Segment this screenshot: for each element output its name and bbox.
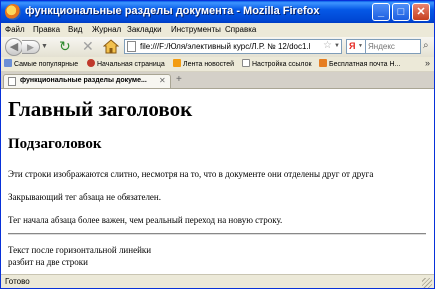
reload-icon[interactable]: ↻ [59,39,71,53]
page-icon [8,77,16,86]
bookmark-free-mail[interactable]: Бесплатная почта Н... [319,59,400,68]
browser-window: функциональные разделы документа - Mozil… [0,0,435,289]
maximize-button[interactable]: □ [392,3,410,21]
close-icon[interactable]: ✕ [159,76,166,85]
home-icon[interactable] [103,39,119,54]
title-bar: функциональные разделы документа - Mozil… [1,1,434,23]
menu-view[interactable]: Вид [68,25,82,34]
page-content: Главный заголовок Подзаголовок Эти строк… [1,89,434,274]
page-heading: Главный заголовок [8,97,193,121]
back-icon[interactable]: ◀ [5,38,23,56]
close-button[interactable]: ✕ [412,3,430,21]
paragraph-4-line-1: Текст после горизонтальной линейки [8,245,152,255]
paragraph-2: Закрывающий тег абзаца не обязателен. [8,192,161,202]
url-text[interactable]: file:///F:/Юля/элективный курс/Л.Р. № 12… [140,42,310,51]
tab-strip: функциональные разделы докуме... ✕ + [1,72,434,89]
chevron-down-icon: ▼ [358,43,363,49]
bookmark-most-visited[interactable]: Самые популярные [4,59,78,68]
navigation-toolbar: ◀ ▶ ▼ ↻ ✕ file:///F:/Юля/элективный курс… [1,37,434,58]
minimize-button[interactable]: _ [372,3,390,21]
mail-icon [319,59,327,67]
new-tab-icon[interactable]: + [176,75,182,85]
status-text: Готово [5,277,30,286]
paragraph-3: Тег начала абзаца более важен, чем реаль… [8,215,283,225]
bookmark-star-icon[interactable]: ☆ [323,40,332,52]
address-bar[interactable]: file:///F:/Юля/элективный курс/Л.Р. № 12… [124,39,342,54]
search-field[interactable] [366,39,421,54]
window-title: функциональные разделы документа - Mozil… [25,5,320,17]
bookmark-customize-links[interactable]: Настройка ссылок [242,59,312,68]
status-bar: Готово [1,274,434,288]
menu-tools[interactable]: Инструменты [171,25,221,34]
history-dropdown-icon[interactable]: ▼ [41,43,48,50]
bookmark-start-page[interactable]: Начальная страница [87,59,165,68]
yandex-icon: Я [349,41,356,51]
bookmark-news-feed[interactable]: Лента новостей [173,59,234,68]
paragraph-4-line-2: разбит на две строки [8,257,88,267]
search-input[interactable] [366,40,412,53]
page-icon [127,41,136,52]
search-engine-selector[interactable]: Я ▼ [346,39,366,54]
tab-label: функциональные разделы докуме... [20,77,147,84]
menu-file[interactable]: Файл [5,25,25,34]
menu-history[interactable]: Журнал [92,25,121,34]
paragraph-1: Эти строки изображаются слитно, несмотря… [8,169,374,179]
stop-icon[interactable]: ✕ [82,39,94,53]
search-icon[interactable]: ⌕ [423,40,429,52]
url-dropdown-icon[interactable]: ▼ [334,43,340,49]
bookmark-folder-icon [4,59,12,67]
page-icon [242,59,250,67]
menu-bookmarks[interactable]: Закладки [127,25,162,34]
page-subheading: Подзаголовок [8,136,102,152]
menu-edit[interactable]: Правка [33,25,60,34]
tab-active[interactable]: функциональные разделы докуме... ✕ [3,74,171,88]
firefox-bookmark-icon [87,59,95,67]
resize-grip-icon[interactable] [422,278,432,288]
forward-icon[interactable]: ▶ [22,40,40,54]
menu-bar: Файл Правка Вид Журнал Закладки Инструме… [1,23,434,37]
horizontal-rule [8,233,426,235]
menu-help[interactable]: Справка [225,25,256,34]
chevron-more-icon[interactable]: » [425,58,430,68]
rss-icon [173,59,181,67]
paragraph-4: Текст после горизонтальной линейки разбит… [8,244,151,268]
bookmarks-toolbar: Самые популярные Начальная страница Лент… [1,57,434,72]
firefox-icon [5,4,21,20]
